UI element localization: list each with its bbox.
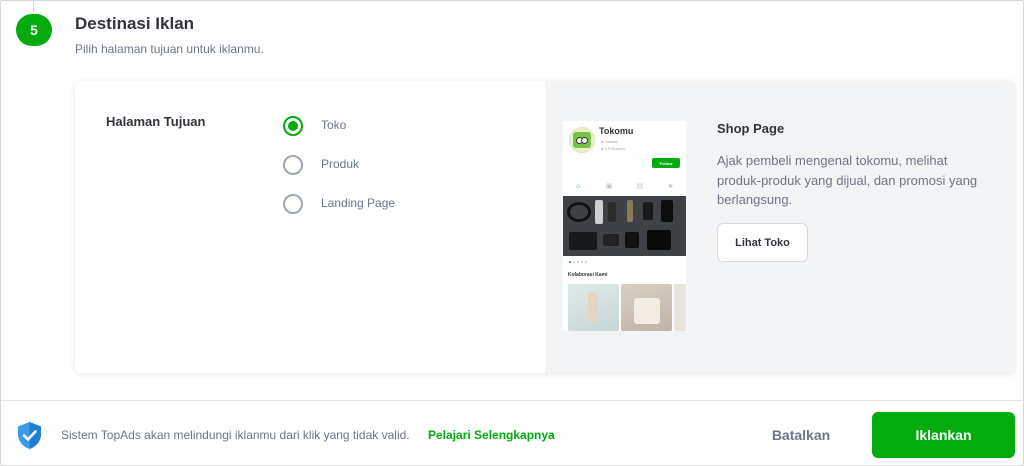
shop-logo [569,127,595,153]
destination-field-label: Halaman Tujuan [106,114,206,129]
shield-check-icon [18,422,41,449]
preview-follow-button: Follow [652,158,680,168]
cancel-button[interactable]: Batalkan [746,412,856,457]
radio-option-landing-page[interactable]: Landing Page [283,194,395,233]
ad-destination-panel: 5 Destinasi Iklan Pilih halaman tujuan u… [0,0,1024,466]
home-icon: ⌂ [576,182,581,190]
preview-followers: ● 0 Followers [601,146,625,151]
preview-product-card [621,284,672,331]
preview-product-card [674,284,686,331]
radio-option-toko[interactable]: Toko [283,116,395,155]
preview-shop-name: Tokomu [599,126,634,136]
timeline-connector [33,1,34,11]
protection-notice: Sistem TopAds akan melindungi iklanmu da… [61,428,410,442]
shop-page-title: Shop Page [717,121,785,136]
radio-option-produk[interactable]: Produk [283,155,395,194]
preview-tabs: ⌂ ▣ ▤ ★ [563,179,686,193]
step-number-badge: 5 [16,14,52,46]
shop-page-preview-pane: Tokomu ● Jakarta ● 0 Followers Follow ⌂ … [545,81,1015,373]
star-icon: ★ [667,183,674,190]
advertise-button[interactable]: Iklankan [872,412,1015,458]
radio-label-produk: Produk [321,157,360,171]
destination-options-pane: Halaman Tujuan Toko Produk Landing Page [75,81,545,373]
radio-label-landing-page: Landing Page [321,196,396,210]
showcase-icon: ▤ [636,183,644,190]
preview-location: ● Jakarta [601,139,618,144]
destination-radio-group: Toko Produk Landing Page [283,116,395,233]
products-icon: ▣ [605,183,613,190]
section-subtitle: Pilih halaman tujuan untuk iklanmu. [75,42,264,56]
radio-button-landing-page[interactable] [283,194,303,214]
shop-preview-image: Tokomu ● Jakarta ● 0 Followers Follow ⌂ … [563,121,686,331]
radio-button-produk[interactable] [283,155,303,175]
preview-product-card [568,284,619,331]
view-shop-button[interactable]: Lihat Toko [717,223,808,262]
section-title: Destinasi Iklan [75,14,195,33]
preview-banner [563,196,686,256]
footer-divider [1,400,1024,401]
preview-carousel-dots [569,261,587,263]
destination-card: Halaman Tujuan Toko Produk Landing Page [75,81,1015,373]
radio-label-toko: Toko [321,118,347,132]
shop-page-description: Ajak pembeli mengenal tokomu, melihat pr… [717,153,978,207]
radio-button-toko[interactable] [283,116,303,136]
learn-more-link[interactable]: Pelajari Selengkapnya [428,428,555,442]
preview-section-title: Kolaborasi Kami [568,272,608,278]
